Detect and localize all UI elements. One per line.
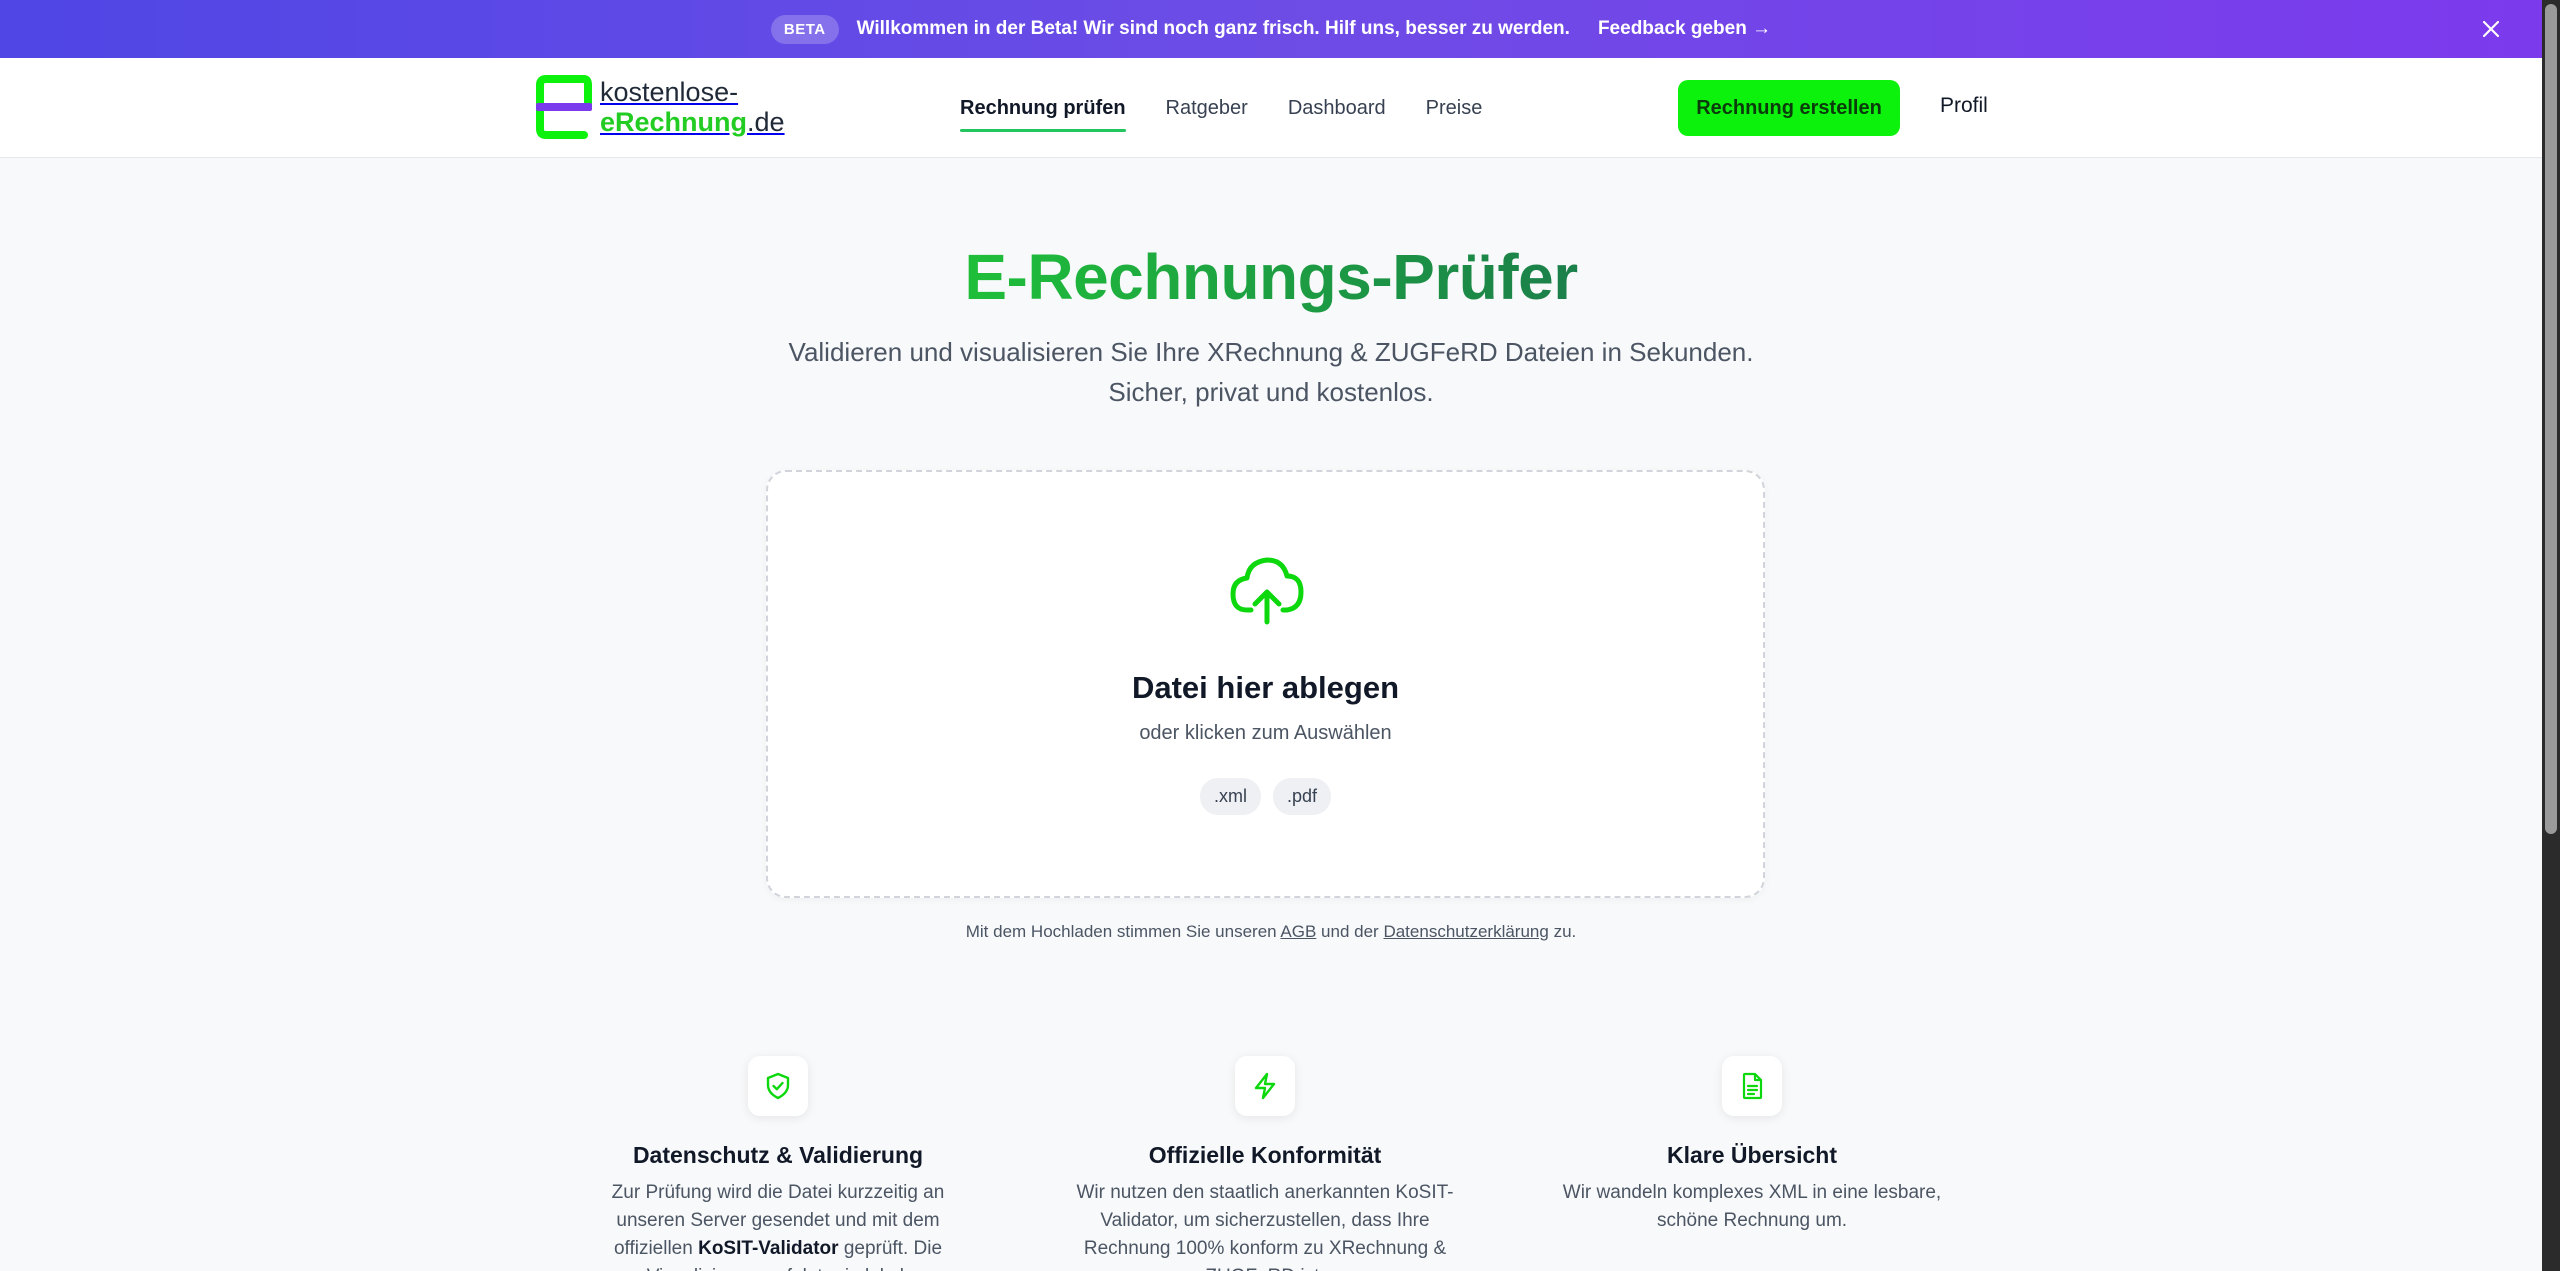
shield-check-icon (766, 1072, 790, 1100)
close-icon[interactable] (2478, 16, 2504, 42)
cloud-upload-icon (1230, 557, 1304, 625)
feedback-link[interactable]: Feedback geben → (1598, 18, 1771, 40)
feature-icon-box (748, 1056, 808, 1116)
upload-consent: Mit dem Hochladen stimmen Sie unseren AG… (0, 922, 2542, 942)
format-chip-xml: .xml (1199, 778, 1261, 815)
feature-title: Datenschutz & Validierung (632, 1142, 924, 1168)
format-chip-pdf: .pdf (1272, 778, 1332, 815)
scrollbar[interactable] (2542, 0, 2560, 1271)
feature-title: Klare Übersicht (1666, 1142, 1837, 1168)
beta-message: Willkommen in der Beta! Wir sind noch ga… (856, 18, 1570, 39)
page-subtitle: Validieren und visualisieren Sie Ihre XR… (0, 332, 2542, 412)
nav-preise[interactable]: Preise (1426, 91, 1483, 126)
feature-text: Zur Prüfung wird die Datei kurzzeitig an… (578, 1179, 978, 1271)
create-invoice-button[interactable]: Rechnung erstellen (1678, 80, 1900, 136)
file-dropzone[interactable]: Datei hier ablegen oder klicken zum Ausw… (766, 470, 1765, 898)
consent-suffix: zu. (1553, 922, 1577, 941)
beta-banner: BETA Willkommen in der Beta! Wir sind no… (0, 0, 2542, 58)
feature-icon-box (1235, 1056, 1295, 1116)
feature-text-bold: KoSIT-Validator (698, 1238, 839, 1259)
feature-overview: Klare Übersicht Wir wandeln komplexes XM… (1552, 1056, 1952, 1235)
nav-rechnung-pruefen[interactable]: Rechnung prüfen (960, 91, 1126, 132)
page-subtitle-line2: Sicher, privat und kostenlos. (1108, 377, 1434, 407)
lightning-icon (1254, 1072, 1276, 1100)
feature-title: Offizielle Konformität (1148, 1142, 1382, 1168)
agb-link[interactable]: AGB (1280, 922, 1316, 941)
page-title-text: E-Rechnungs-Prüfer (964, 241, 1578, 313)
logo-line1: kostenlose- (600, 77, 739, 107)
feature-conformity: Offizielle Konformität Wir nutzen den st… (1065, 1056, 1465, 1271)
document-icon (1742, 1072, 1763, 1100)
feature-icon-box (1722, 1056, 1782, 1116)
consent-middle: und der (1321, 922, 1379, 941)
format-chips: .xml .pdf (768, 778, 1763, 815)
consent-prefix: Mit dem Hochladen stimmen Sie unseren (965, 922, 1277, 941)
feature-text: Wir wandeln komplexes XML in eine lesbar… (1562, 1182, 1942, 1231)
page-subtitle-line1: Validieren und visualisieren Sie Ihre XR… (788, 337, 1754, 367)
logo-icon (536, 75, 592, 139)
scrollbar-thumb[interactable] (2545, 4, 2557, 834)
beta-badge: BETA (770, 14, 839, 44)
feature-privacy: Datenschutz & Validierung Zur Prüfung wi… (578, 1056, 978, 1271)
logo-line2-name: eRechnung (600, 107, 748, 137)
logo[interactable]: kostenlose- eRechnung.de (536, 72, 785, 142)
logo-line2-tld: .de (747, 107, 785, 137)
nav-dashboard[interactable]: Dashboard (1288, 91, 1386, 126)
feature-text: Wir nutzen den staatlich anerkannten KoS… (1076, 1182, 1454, 1271)
privacy-link[interactable]: Datenschutzerklärung (1383, 922, 1548, 941)
dropzone-subtitle: oder klicken zum Auswählen (1139, 722, 1392, 744)
dropzone-title: Datei hier ablegen (1131, 670, 1400, 705)
main-nav: Rechnung prüfen Ratgeber Dashboard Preis… (960, 58, 1482, 158)
site-header: kostenlose- eRechnung.de Rechnung prüfen… (0, 58, 2542, 158)
page: BETA Willkommen in der Beta! Wir sind no… (0, 0, 2542, 1271)
page-title: E-Rechnungs-Prüfer (0, 240, 2542, 314)
logo-wordmark: kostenlose- eRechnung.de (600, 77, 785, 137)
nav-ratgeber[interactable]: Ratgeber (1166, 91, 1248, 126)
profile-link[interactable]: Profil (1940, 94, 1988, 118)
